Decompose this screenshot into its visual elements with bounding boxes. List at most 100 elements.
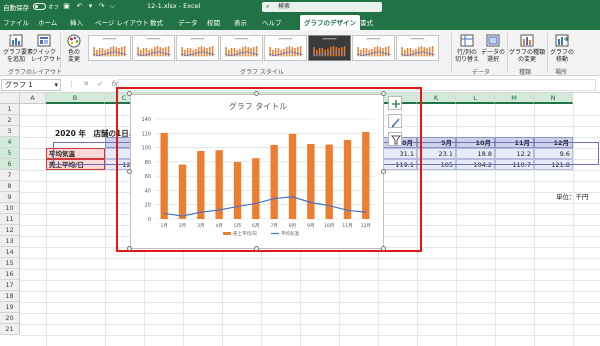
add-chart-element-button[interactable]: + グラフ要素 を追加 — [3, 33, 33, 63]
chart-style-preview — [181, 38, 215, 57]
switch-row-column-button[interactable]: 行/列の 切り替え — [454, 33, 480, 63]
customize-icon[interactable]: ⌵ — [108, 2, 117, 11]
quick-layout-button[interactable]: クイック レイアウト — [31, 33, 61, 63]
name-box[interactable]: グラフ 1 ▾ — [1, 79, 61, 91]
chart-elements-button[interactable] — [388, 96, 402, 110]
temp-value[interactable]: 23.1 — [417, 148, 456, 159]
search-input[interactable]: ⌕ 検索 — [262, 2, 382, 12]
cancel-icon[interactable]: ✕ — [83, 80, 89, 88]
row-header-11[interactable]: 11 — [0, 214, 20, 225]
autosave-toggle[interactable] — [33, 3, 46, 10]
row-header-5[interactable]: 5 — [0, 148, 20, 159]
chart-resize-handle[interactable] — [254, 91, 259, 96]
chart[interactable]: グラフ タイトル 0 20 40 60 80 100 120 140 1月 2月 3月 4月 5月 6月 7月… — [130, 94, 384, 249]
row-header-3[interactable]: 3 — [0, 126, 20, 137]
chart-style-3[interactable] — [176, 35, 219, 61]
bar-sales — [215, 150, 223, 219]
chart-style-4[interactable] — [220, 35, 263, 61]
row-header-21[interactable]: 21 — [0, 324, 20, 335]
row-header-14[interactable]: 14 — [0, 247, 20, 258]
sales-value[interactable]: 121.8 — [534, 159, 573, 170]
chart-style-preview — [269, 38, 303, 57]
y-tick-label: 60 — [145, 174, 151, 180]
row-header-4[interactable]: 4 — [0, 137, 20, 148]
tab-4[interactable]: 数式 — [150, 17, 163, 27]
column-header-N[interactable]: N — [534, 93, 573, 104]
chart-resize-handle[interactable] — [381, 169, 386, 174]
group-label-type: 種類 — [519, 69, 532, 76]
select-data-button[interactable]: データの 選択 — [481, 33, 505, 63]
column-header-K[interactable]: K — [417, 93, 456, 104]
change-color-button[interactable]: 色の 変更 — [63, 33, 85, 63]
tab-3[interactable]: ページ レイアウト — [95, 17, 149, 27]
tab-8[interactable]: ヘルプ — [262, 17, 282, 27]
redo-icon[interactable]: ↷ — [97, 2, 106, 11]
column-header-B[interactable]: B — [46, 93, 105, 104]
ribbon-separator — [60, 33, 61, 73]
chart-resize-handle[interactable] — [127, 246, 132, 251]
chart-resize-handle[interactable] — [381, 246, 386, 251]
temp-value[interactable]: 12.2 — [495, 148, 534, 159]
select-data-icon — [486, 34, 500, 47]
tab-1[interactable]: ホーム — [38, 17, 57, 27]
change-color-label: 色の 変更 — [67, 49, 80, 63]
row-header-19[interactable]: 19 — [0, 302, 20, 313]
chart-resize-handle[interactable] — [381, 91, 386, 96]
tab-6[interactable]: 校閲 — [207, 17, 220, 27]
row-header-16[interactable]: 16 — [0, 269, 20, 280]
tab-7[interactable]: 表示 — [234, 17, 247, 27]
tab-2[interactable]: 挿入 — [70, 17, 83, 27]
temp-value[interactable]: 9.6 — [534, 148, 573, 159]
select-all-corner[interactable] — [0, 93, 20, 104]
sales-value[interactable]: 104.2 — [456, 159, 495, 170]
row-header-13[interactable]: 13 — [0, 236, 20, 247]
y-tick-label: 20 — [145, 203, 151, 209]
select-data-label: データの 選択 — [481, 49, 506, 63]
row-header-20[interactable]: 20 — [0, 313, 20, 324]
chart-resize-handle[interactable] — [254, 246, 259, 251]
tab-9[interactable]: グラフのデザイン — [300, 15, 360, 30]
chart-style-1[interactable] — [88, 35, 131, 61]
row-header-6[interactable]: 6 — [0, 159, 20, 170]
column-header-A[interactable]: A — [20, 93, 46, 104]
change-chart-type-button[interactable]: グラフの種類 の変更 — [509, 33, 545, 63]
move-chart-button[interactable]: グラフの 移動 — [550, 33, 574, 63]
tab-0[interactable]: ファイル — [3, 17, 29, 27]
chart-style-2[interactable] — [132, 35, 175, 61]
row-header-15[interactable]: 15 — [0, 258, 20, 269]
row-header-9[interactable]: 9 — [0, 192, 20, 203]
chart-filters-button[interactable] — [388, 132, 402, 146]
chart-resize-handle[interactable] — [127, 91, 132, 96]
chart-style-7[interactable] — [352, 35, 395, 61]
chevron-down-icon[interactable]: ▾ — [54, 80, 58, 90]
temp-value[interactable]: 18.8 — [456, 148, 495, 159]
row-header-1[interactable]: 1 — [0, 104, 20, 115]
sales-value[interactable]: 105 — [417, 159, 456, 170]
unit-note: 単位：千円 — [556, 193, 589, 201]
chart-style-6[interactable] — [308, 35, 351, 61]
chart-styles-button[interactable] — [388, 114, 402, 128]
undo-icon[interactable]: ↶ — [75, 2, 84, 11]
save-icon[interactable]: ▣ — [62, 2, 71, 11]
tab-5[interactable]: データ — [178, 17, 198, 27]
column-header-L[interactable]: L — [456, 93, 495, 104]
chevron-down-icon[interactable]: ▾ — [86, 2, 95, 11]
bar-sales — [252, 158, 260, 219]
row-header-18[interactable]: 18 — [0, 291, 20, 302]
column-header-M[interactable]: M — [495, 93, 534, 104]
row-header-12[interactable]: 12 — [0, 225, 20, 236]
row-header-7[interactable]: 7 — [0, 170, 20, 181]
x-tick-label: 9月 — [307, 223, 314, 229]
row-header-2[interactable]: 2 — [0, 115, 20, 126]
group-label-data: データ — [472, 69, 491, 76]
chart-style-8[interactable] — [396, 35, 439, 61]
enter-icon[interactable]: ✓ — [97, 80, 103, 88]
row-header-10[interactable]: 10 — [0, 203, 20, 214]
tab-10[interactable]: 書式 — [360, 17, 373, 27]
chart-resize-handle[interactable] — [127, 169, 132, 174]
row-header-17[interactable]: 17 — [0, 280, 20, 291]
row-header-8[interactable]: 8 — [0, 181, 20, 192]
sales-value[interactable]: 110.7 — [495, 159, 534, 170]
chart-style-5[interactable] — [264, 35, 307, 61]
x-tick-label: 8月 — [289, 223, 296, 229]
